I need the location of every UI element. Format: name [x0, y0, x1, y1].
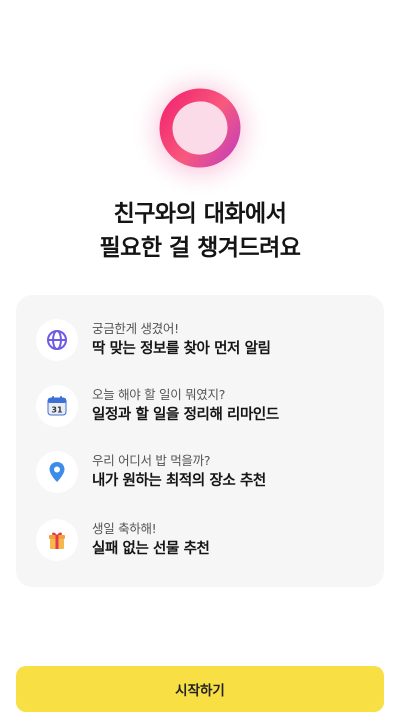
feature-text: 궁금한게 생겼어! 딱 맞는 정보를 찾아 먼저 알림 — [92, 320, 271, 360]
globe-icon — [36, 319, 78, 361]
feature-item-info-alert: 궁금한게 생겼어! 딱 맞는 정보를 찾아 먼저 알림 — [36, 315, 366, 365]
location-pin-icon — [36, 451, 78, 493]
calendar-icon: 31 — [36, 385, 78, 427]
feature-text: 오늘 해야 할 일이 뭐였지? 일정과 할 일을 정리해 리마인드 — [92, 386, 279, 426]
start-button[interactable]: 시작하기 — [16, 666, 384, 712]
onboarding-screen: 친구와의 대화에서 필요한 걸 챙겨드려요 궁금한게 생겼어! 딱 맞는 정보를… — [0, 0, 400, 722]
feature-item-place: 우리 어디서 밥 먹을까? 내가 원하는 최적의 장소 추천 — [36, 447, 366, 497]
feature-subtitle: 우리 어디서 밥 먹을까? — [92, 453, 211, 468]
hero-title-line2: 필요한 걸 챙겨드려요 — [99, 235, 301, 261]
gift-icon — [36, 519, 78, 561]
feature-item-reminder: 31 오늘 해야 할 일이 뭐였지? 일정과 할 일을 정리해 리마인드 — [36, 381, 366, 431]
feature-title: 내가 원하는 최적의 장소 추천 — [92, 473, 266, 489]
feature-title: 일정과 할 일을 정리해 리마인드 — [92, 407, 279, 423]
feature-title: 실패 없는 선물 추천 — [92, 541, 210, 557]
feature-subtitle: 생일 축하해! — [92, 521, 157, 536]
ring-logo-icon — [128, 58, 272, 202]
feature-subtitle: 오늘 해야 할 일이 뭐였지? — [92, 387, 226, 402]
hero-title-line1: 친구와의 대화에서 — [113, 201, 287, 227]
feature-card: 궁금한게 생겼어! 딱 맞는 정보를 찾아 먼저 알림 31 오늘 해야 할 일… — [16, 295, 384, 587]
calendar-date-text: 31 — [51, 406, 63, 415]
hero-title: 친구와의 대화에서 필요한 걸 챙겨드려요 — [0, 197, 400, 265]
feature-text: 우리 어디서 밥 먹을까? 내가 원하는 최적의 장소 추천 — [92, 452, 266, 492]
feature-title: 딱 맞는 정보를 찾아 먼저 알림 — [92, 341, 271, 357]
feature-text: 생일 축하해! 실패 없는 선물 추천 — [92, 520, 210, 560]
feature-subtitle: 궁금한게 생겼어! — [92, 321, 179, 336]
feature-item-gift: 생일 축하해! 실패 없는 선물 추천 — [36, 515, 366, 565]
